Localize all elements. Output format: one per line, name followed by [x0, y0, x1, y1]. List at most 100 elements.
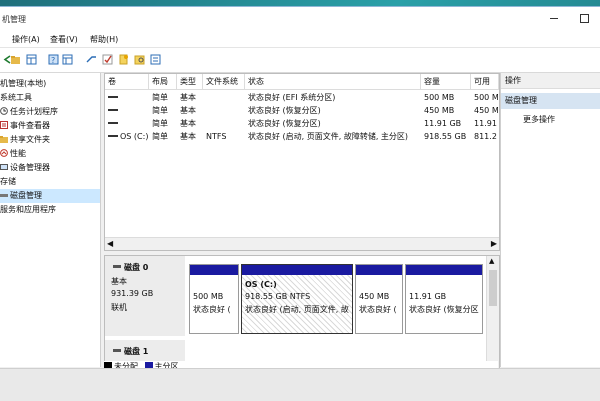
cell-type: 基本 — [180, 106, 196, 115]
svg-text:?: ? — [51, 56, 55, 65]
grid-icon[interactable] — [26, 54, 37, 65]
computer-management-window: 机管理 操作(A) 查看(V) 帮助(H) ? 机管理(本地) 系统工具 任务计… — [0, 6, 600, 377]
connect-icon[interactable] — [86, 54, 97, 65]
column-header-filesystem[interactable]: 文件系统 — [203, 74, 245, 90]
partition-recovery-1[interactable]: 450 MB 状态良好 ( — [355, 264, 403, 334]
device-icon — [0, 162, 8, 170]
disk-0-type: 基本 — [111, 277, 127, 286]
tree-item-label: 共享文件夹 — [10, 135, 50, 144]
volume-icon — [108, 118, 118, 130]
partition-status: 状态良好 (恢复分区 — [409, 305, 479, 314]
help-icon[interactable]: ? — [48, 54, 59, 65]
tree-item-label: 设备管理器 — [10, 163, 50, 172]
menu-bar: 操作(A) 查看(V) 帮助(H) — [0, 31, 600, 48]
folder-icon[interactable] — [10, 54, 21, 65]
partition-status: 状态良好 ( — [359, 305, 397, 314]
column-header-capacity[interactable]: 容量 — [421, 74, 471, 90]
partition-size: 918.55 GB NTFS — [245, 292, 311, 301]
check-icon[interactable] — [102, 54, 113, 65]
actions-pane: 操作 磁盘管理 更多操作 — [500, 73, 600, 367]
tree-item-storage[interactable]: 存储 — [0, 175, 100, 189]
partition-bar — [406, 265, 482, 275]
cell-type: 基本 — [180, 93, 196, 102]
list-icon[interactable] — [150, 54, 161, 65]
partition-status: 状态良好 (启动, 页面文件, 故 — [245, 305, 349, 314]
tree-item-label: 任务计划程序 — [10, 107, 58, 116]
cell-filesystem: NTFS — [206, 132, 227, 141]
menu-action[interactable]: 操作(A) — [12, 34, 40, 45]
clock-icon — [0, 106, 8, 115]
folder-icon — [0, 134, 8, 143]
column-header-type[interactable]: 类型 — [177, 74, 203, 90]
cell-capacity: 11.91 GB — [424, 119, 462, 128]
disk-icon — [113, 265, 121, 268]
tree-item-services-apps[interactable]: 服务和应用程序 — [0, 203, 100, 217]
cell-volume: OS (C:) — [120, 132, 149, 141]
cell-layout: 简单 — [152, 132, 168, 141]
title-bar: 机管理 — [0, 7, 600, 31]
volume-icon — [108, 131, 118, 143]
cell-status: 状态良好 (恢复分区) — [248, 119, 321, 128]
horizontal-scrollbar[interactable]: ◀ ▶ — [105, 237, 499, 250]
console-tree: 机管理(本地) 系统工具 任务计划程序 事件查看器 共享文件夹 性能 设备管理器… — [0, 73, 101, 367]
more-actions-link[interactable]: 更多操作 — [523, 113, 555, 127]
scroll-left-icon[interactable]: ◀ — [107, 238, 113, 250]
partition-size: 500 MB — [193, 292, 224, 301]
column-header-status[interactable]: 状态 — [245, 74, 421, 90]
cell-type: 基本 — [180, 132, 196, 141]
scroll-right-icon[interactable]: ▶ — [491, 238, 497, 250]
cell-capacity: 450 MB — [424, 106, 455, 115]
partition-title: OS (C:) — [245, 280, 277, 289]
column-header-volume[interactable]: 卷 — [105, 74, 149, 90]
tree-item-label: 系统工具 — [0, 93, 32, 102]
menu-view[interactable]: 查看(V) — [50, 34, 78, 45]
cell-free: 500 M — [474, 93, 498, 102]
tree-item-event-viewer[interactable]: 事件查看器 — [0, 119, 100, 133]
volume-list: 卷 布局 类型 文件系统 状态 容量 可用 简单 基本 状态良好 (EFI 系统… — [104, 73, 500, 251]
disk-icon — [113, 349, 121, 352]
tree-item-device-manager[interactable]: 设备管理器 — [0, 161, 100, 175]
scroll-up-icon[interactable]: ▲ — [489, 257, 494, 265]
minimize-button[interactable] — [548, 12, 560, 24]
tree-item-task-scheduler[interactable]: 任务计划程序 — [0, 105, 100, 119]
cell-status: 状态良好 (恢复分区) — [248, 106, 321, 115]
column-header-layout[interactable]: 布局 — [149, 74, 177, 90]
disk-map: 磁盘 0 基本 931.39 GB 联机 500 MB 状态良好 ( OS (C… — [104, 255, 500, 377]
disk-0-name: 磁盘 0 — [113, 262, 148, 273]
column-header-free[interactable]: 可用 — [471, 74, 499, 90]
menu-help[interactable]: 帮助(H) — [90, 34, 118, 45]
tree-item-disk-management[interactable]: 磁盘管理 — [0, 189, 100, 203]
disk-0-info[interactable]: 磁盘 0 基本 931.39 GB 联机 — [105, 256, 185, 336]
disk-0-size: 931.39 GB — [111, 289, 154, 298]
vertical-scrollbar[interactable]: ▲ ▼ — [486, 256, 499, 376]
tree-item-label: 存储 — [0, 177, 16, 186]
cell-type: 基本 — [180, 119, 196, 128]
toolbar: ? — [0, 48, 600, 73]
partition-status: 状态良好 ( — [193, 305, 231, 314]
tree-item-computer-management[interactable]: 机管理(本地) — [0, 77, 100, 91]
scroll-thumb[interactable] — [489, 270, 497, 306]
tree-item-performance[interactable]: 性能 — [0, 147, 100, 161]
disk-icon — [0, 190, 8, 198]
tree-item-shared-folders[interactable]: 共享文件夹 — [0, 133, 100, 147]
cell-status: 状态良好 (启动, 页面文件, 故障转储, 主分区) — [248, 132, 409, 141]
cell-layout: 简单 — [152, 93, 168, 102]
partition-size: 11.91 GB — [409, 292, 447, 301]
tree-item-label: 性能 — [10, 149, 26, 158]
disk-1-name: 磁盘 1 — [113, 346, 148, 357]
partition-os-c[interactable]: OS (C:) 918.55 GB NTFS 状态良好 (启动, 页面文件, 故 — [241, 264, 353, 334]
cell-capacity: 918.55 GB — [424, 132, 467, 141]
partition-recovery-2[interactable]: 11.91 GB 状态良好 (恢复分区 — [405, 264, 483, 334]
properties-icon[interactable] — [62, 54, 73, 65]
actions-section-disk-management[interactable]: 磁盘管理 — [501, 93, 600, 109]
maximize-button[interactable] — [578, 12, 590, 24]
partition-bar — [242, 265, 352, 275]
partition-bar — [190, 265, 238, 275]
partition-efi[interactable]: 500 MB 状态良好 ( — [189, 264, 239, 334]
search-icon[interactable] — [134, 54, 145, 65]
actions-section-label: 磁盘管理 — [505, 96, 537, 105]
new-icon[interactable] — [118, 54, 129, 65]
cell-free: 450 M — [474, 106, 498, 115]
cell-status: 状态良好 (EFI 系统分区) — [248, 93, 336, 102]
tree-item-system-tools[interactable]: 系统工具 — [0, 91, 100, 105]
